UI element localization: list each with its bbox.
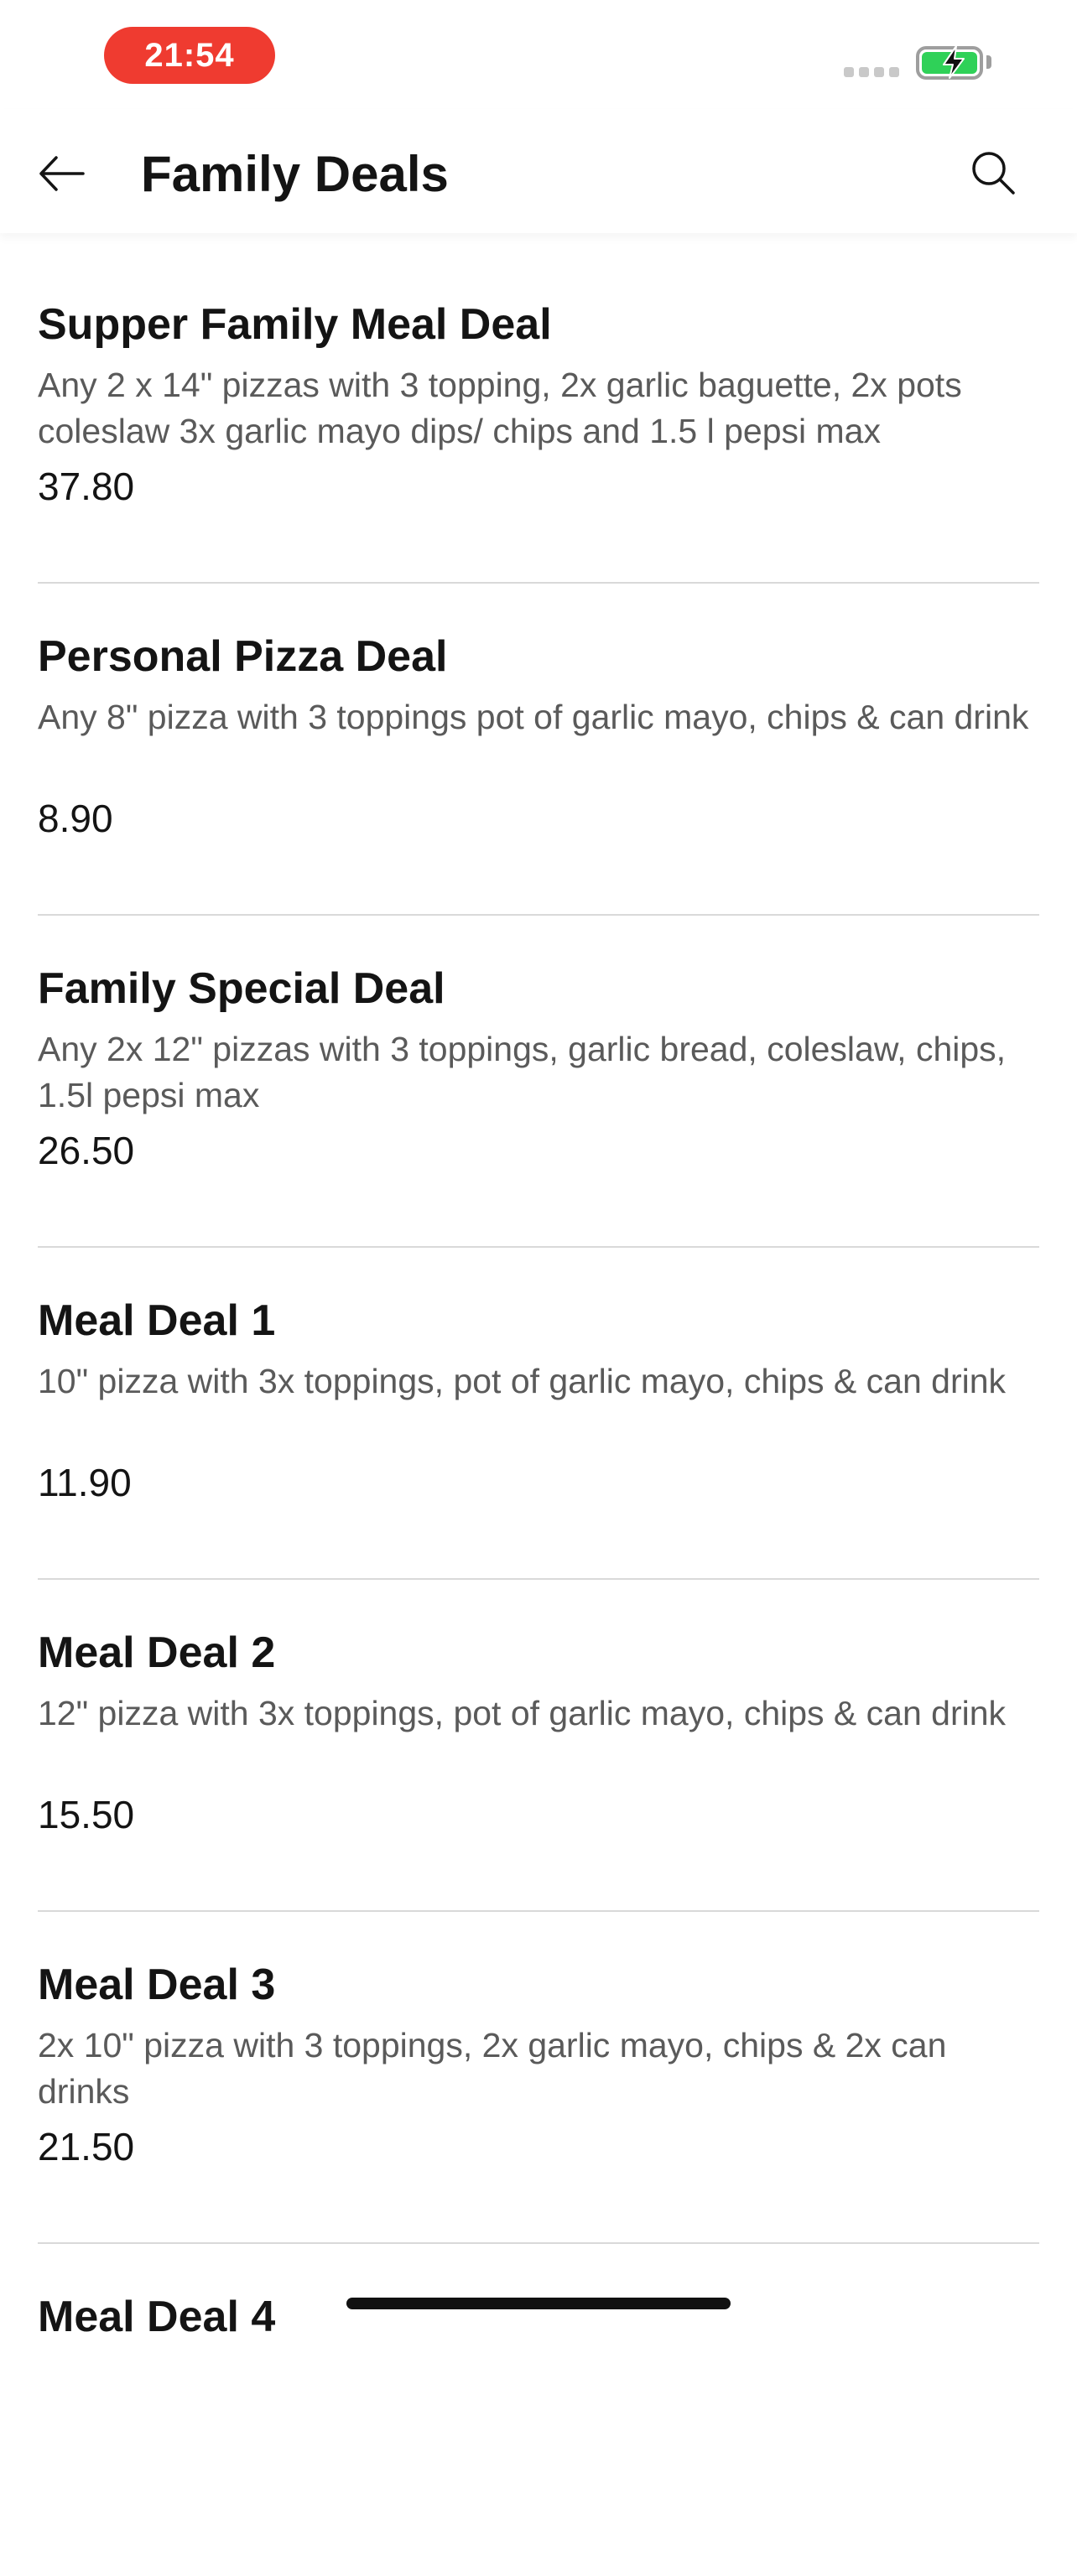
arrow-left-icon xyxy=(39,156,85,191)
deal-price: 8.90 xyxy=(38,797,113,840)
deal-item-meal-deal-3[interactable]: Meal Deal 3 2x 10" pizza with 3 toppings… xyxy=(0,1912,1077,2244)
deal-price: 37.80 xyxy=(38,465,135,508)
deal-description: 10" pizza with 3x toppings, pot of garli… xyxy=(38,1362,1007,1400)
search-icon xyxy=(972,152,1015,195)
deal-name: Meal Deal 3 xyxy=(38,1961,276,2009)
deal-description: Any 2x 12" pizzas with 3 toppings, garli… xyxy=(38,1030,1007,1114)
deal-item-personal-pizza-deal[interactable]: Personal Pizza Deal Any 8" pizza with 3 … xyxy=(0,584,1077,916)
battery-cap xyxy=(986,55,991,69)
search-button[interactable] xyxy=(963,143,1023,203)
deal-name: Meal Deal 4 xyxy=(38,2293,276,2341)
battery-charging-icon xyxy=(916,45,983,80)
back-button[interactable] xyxy=(32,144,91,203)
deal-list: Supper Family Meal Deal Any 2 x 14" pizz… xyxy=(0,252,1077,2576)
deal-name: Family Special Deal xyxy=(38,964,445,1013)
deal-description: 12" pizza with 3x toppings, pot of garli… xyxy=(38,1694,1007,1732)
signal-dots-icon xyxy=(844,67,901,79)
header-bar: Family Deals xyxy=(0,109,1077,233)
deal-item-meal-deal-1[interactable]: Meal Deal 1 10" pizza with 3x toppings, … xyxy=(0,1248,1077,1580)
deal-price: 11.90 xyxy=(38,1461,132,1504)
deal-item-supper-family-meal-deal[interactable]: Supper Family Meal Deal Any 2 x 14" pizz… xyxy=(0,252,1077,584)
deal-name: Meal Deal 2 xyxy=(38,1628,276,1677)
deal-description: 2x 10" pizza with 3 toppings, 2x garlic … xyxy=(38,2026,947,2111)
status-time: 21:54 xyxy=(104,27,275,84)
deal-name: Supper Family Meal Deal xyxy=(38,300,552,349)
deal-item-meal-deal-4[interactable]: Meal Deal 4 xyxy=(0,2244,1077,2576)
status-bar: 21:54 xyxy=(0,0,1077,109)
deal-item-meal-deal-2[interactable]: Meal Deal 2 12" pizza with 3x toppings, … xyxy=(0,1580,1077,1912)
deal-description: Any 2 x 14" pizzas with 3 topping, 2x ga… xyxy=(38,366,962,450)
home-indicator[interactable] xyxy=(346,2298,731,2309)
deal-price: 21.50 xyxy=(38,2125,135,2168)
deal-description: Any 8" pizza with 3 toppings pot of garl… xyxy=(38,698,1029,736)
page-title: Family Deals xyxy=(141,146,449,202)
deal-name: Meal Deal 1 xyxy=(38,1296,276,1345)
deal-item-family-special-deal[interactable]: Family Special Deal Any 2x 12" pizzas wi… xyxy=(0,916,1077,1248)
deal-price: 26.50 xyxy=(38,1129,135,1172)
deal-price: 15.50 xyxy=(38,1793,135,1836)
deal-name: Personal Pizza Deal xyxy=(38,632,448,681)
